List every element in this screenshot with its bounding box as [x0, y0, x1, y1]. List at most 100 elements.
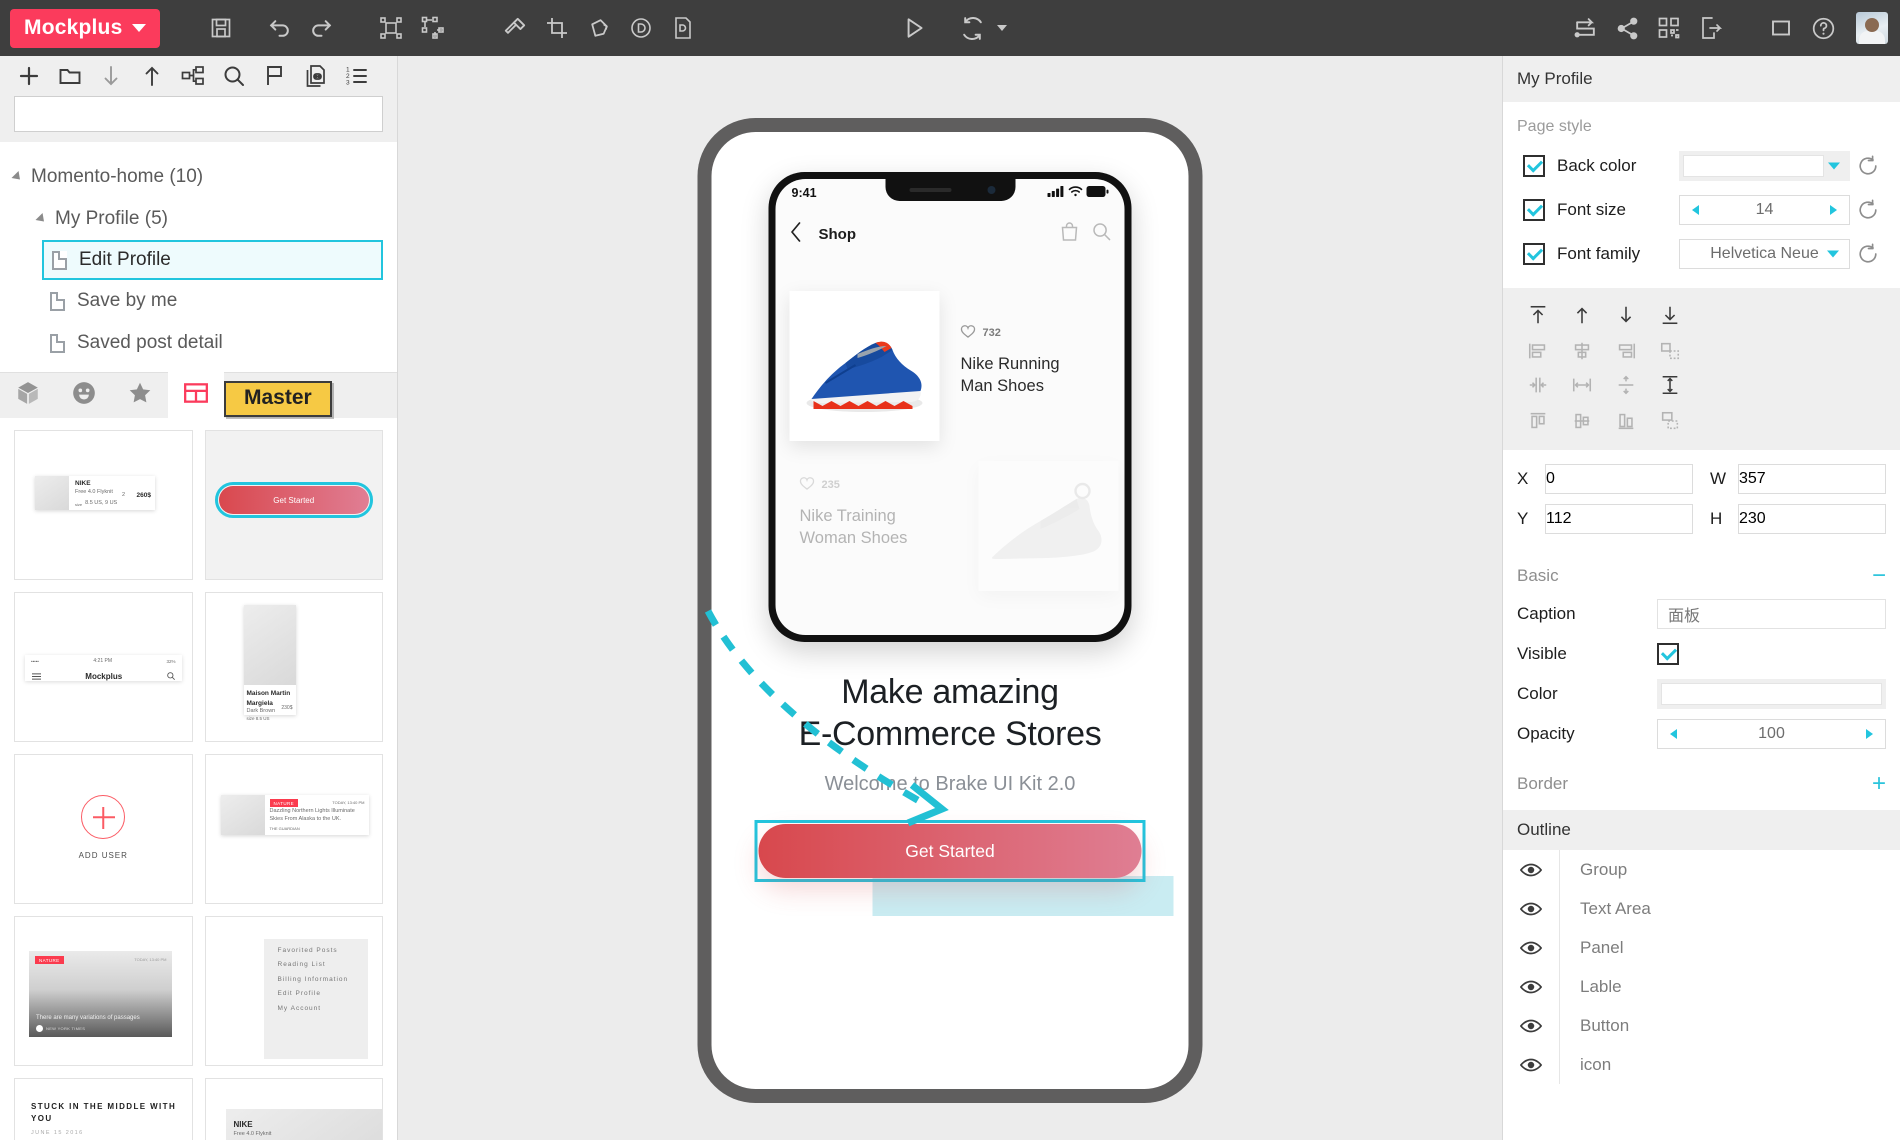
tree-node-edit-profile[interactable]: Edit Profile — [42, 240, 383, 281]
undo-icon[interactable] — [258, 7, 300, 49]
search-icon[interactable] — [215, 59, 252, 93]
visible-checkbox[interactable] — [1657, 643, 1679, 665]
space-height-icon[interactable] — [1649, 368, 1691, 402]
design-canvas[interactable]: 9:41 Shop 732 Nike Running Man Shoes 235… — [398, 56, 1502, 1140]
get-started-button[interactable]: Get Started — [758, 824, 1142, 878]
thumb-article-card[interactable]: STUCK IN THE MIDDLE WITH YOU JUNE 15 201… — [14, 1078, 193, 1140]
data-page-icon[interactable] — [662, 7, 704, 49]
tab-components[interactable] — [0, 372, 56, 418]
user-avatar[interactable] — [1856, 12, 1888, 44]
font-family-select[interactable]: Helvetica Neue — [1679, 239, 1850, 269]
font-size-value[interactable]: 14 — [1699, 201, 1830, 219]
tab-favorites[interactable] — [112, 372, 168, 418]
align-v-bottom-icon[interactable] — [1605, 404, 1647, 438]
duplicate-icon[interactable] — [297, 59, 334, 93]
w-stepper[interactable]: 357 — [1738, 464, 1886, 494]
align-center-h-icon[interactable] — [1561, 334, 1603, 368]
h-stepper[interactable]: 230 — [1738, 504, 1886, 534]
sitemap-icon[interactable] — [174, 59, 211, 93]
group-icon[interactable] — [370, 7, 412, 49]
tree-node-saved-post-detail[interactable]: Saved post detail — [0, 322, 397, 364]
align-v-center-icon[interactable] — [1561, 404, 1603, 438]
thumb-nike-product-card[interactable]: NIKE Free 4.0 Flyknit 2 260$ size 8.5 US… — [14, 430, 193, 581]
outline-item-button[interactable]: Button — [1503, 1006, 1900, 1045]
thumb-get-started-master[interactable]: Get Started — [204, 430, 383, 581]
font-size-reset-icon[interactable] — [1850, 199, 1886, 221]
thumb-add-user-card[interactable]: ADD USER — [14, 754, 193, 905]
space-outer-h-icon[interactable] — [1561, 368, 1603, 402]
tree-node-save-by-me[interactable]: Save by me — [0, 280, 397, 322]
eye-icon[interactable] — [1503, 1057, 1559, 1073]
align-v-top-icon[interactable] — [1517, 404, 1559, 438]
thumb-mobile-statusbar[interactable]: ••••• 4:21 PM 32% Mockplus — [14, 592, 193, 743]
flag-icon[interactable] — [256, 59, 293, 93]
outline-item-lable[interactable]: Lable — [1503, 967, 1900, 1006]
back-color-reset-icon[interactable] — [1850, 155, 1886, 177]
w-value[interactable]: 357 — [1739, 470, 1766, 488]
preview-options-caret-icon[interactable] — [997, 25, 1007, 31]
space-split-v-icon[interactable] — [1605, 368, 1647, 402]
x-stepper[interactable]: 0 — [1545, 464, 1693, 494]
outline-item-panel[interactable]: Panel — [1503, 928, 1900, 967]
preview-play-icon[interactable] — [893, 7, 935, 49]
chevron-down-icon[interactable] — [1828, 162, 1840, 170]
search-input[interactable] — [14, 96, 383, 133]
thumb-news-card[interactable]: NATURE TODAY, 13:40 PM Dazzling Northern… — [204, 754, 383, 905]
move-down-icon[interactable] — [92, 59, 129, 93]
distribute-icon[interactable] — [1649, 334, 1691, 368]
opacity-stepper[interactable]: 100 — [1657, 719, 1886, 749]
outline-item-text-area[interactable]: Text Area — [1503, 889, 1900, 928]
decrement-icon[interactable] — [1692, 205, 1699, 215]
tab-icons[interactable] — [56, 372, 112, 418]
y-stepper[interactable]: 112 — [1545, 504, 1693, 534]
data-circle-icon[interactable] — [620, 7, 662, 49]
eye-icon[interactable] — [1503, 901, 1559, 917]
format-painter-icon[interactable] — [494, 7, 536, 49]
eye-icon[interactable] — [1503, 979, 1559, 995]
save-icon[interactable] — [200, 7, 242, 49]
ungroup-icon[interactable] — [412, 7, 454, 49]
h-value[interactable]: 230 — [1739, 510, 1766, 528]
space-inner-h-icon[interactable] — [1517, 368, 1559, 402]
opacity-value[interactable]: 100 — [1677, 725, 1866, 743]
x-value[interactable]: 0 — [1546, 470, 1555, 488]
thumb-get-started-button[interactable]: Get Started — [214, 482, 373, 519]
decrement-icon[interactable] — [1670, 729, 1677, 739]
collapse-icon[interactable]: − — [1872, 564, 1886, 588]
font-size-stepper[interactable]: 14 — [1679, 195, 1850, 225]
add-page-icon[interactable] — [10, 59, 47, 93]
shape-icon[interactable] — [578, 7, 620, 49]
font-family-checkbox[interactable] — [1523, 243, 1545, 265]
workflow-icon[interactable] — [1564, 7, 1606, 49]
help-icon[interactable] — [1802, 7, 1844, 49]
device-screen[interactable]: 9:41 Shop 732 Nike Running Man Shoes 235… — [711, 132, 1189, 1089]
caption-input[interactable]: 面板 — [1657, 599, 1886, 629]
eye-icon[interactable] — [1503, 940, 1559, 956]
add-icon[interactable]: + — [1872, 772, 1886, 796]
redo-icon[interactable] — [300, 7, 342, 49]
align-top-edge-icon[interactable] — [1517, 298, 1559, 332]
export-icon[interactable] — [1690, 7, 1732, 49]
tree-node-my-profile[interactable]: My Profile (5) — [0, 198, 397, 240]
increment-icon[interactable] — [1866, 729, 1873, 739]
outline-item-group[interactable]: Group — [1503, 850, 1900, 889]
outline-item-icon[interactable]: icon — [1503, 1045, 1900, 1084]
align-bottom-edge-icon[interactable] — [1649, 298, 1691, 332]
thumb-maison-product-card[interactable]: Maison Martin Margiela Dark Brown size 8… — [204, 592, 383, 743]
mockplus-brand-menu[interactable]: Mockplus — [10, 8, 161, 48]
align-down-icon[interactable] — [1605, 298, 1647, 332]
eye-icon[interactable] — [1503, 862, 1559, 878]
back-color-checkbox[interactable] — [1523, 155, 1545, 177]
align-left-icon[interactable] — [1517, 334, 1559, 368]
arrange-icon[interactable] — [1649, 404, 1691, 438]
color-picker[interactable] — [1657, 679, 1886, 709]
thumb-hero-news-card[interactable]: NATURE TODAY, 13:40 PM There are many va… — [14, 916, 193, 1067]
eye-icon[interactable] — [1503, 1018, 1559, 1034]
crop-icon[interactable] — [536, 7, 578, 49]
fullscreen-icon[interactable] — [1760, 7, 1802, 49]
expand-arrow-icon[interactable] — [35, 213, 48, 226]
share-icon[interactable] — [1606, 7, 1648, 49]
thumb-profile-menu-card[interactable]: Favorited Posts Reading List Billing Inf… — [204, 916, 383, 1067]
align-up-icon[interactable] — [1561, 298, 1603, 332]
thumb-nike-banner-card[interactable]: NIKE Free 4.0 Flyknit 130$ — [204, 1078, 383, 1140]
